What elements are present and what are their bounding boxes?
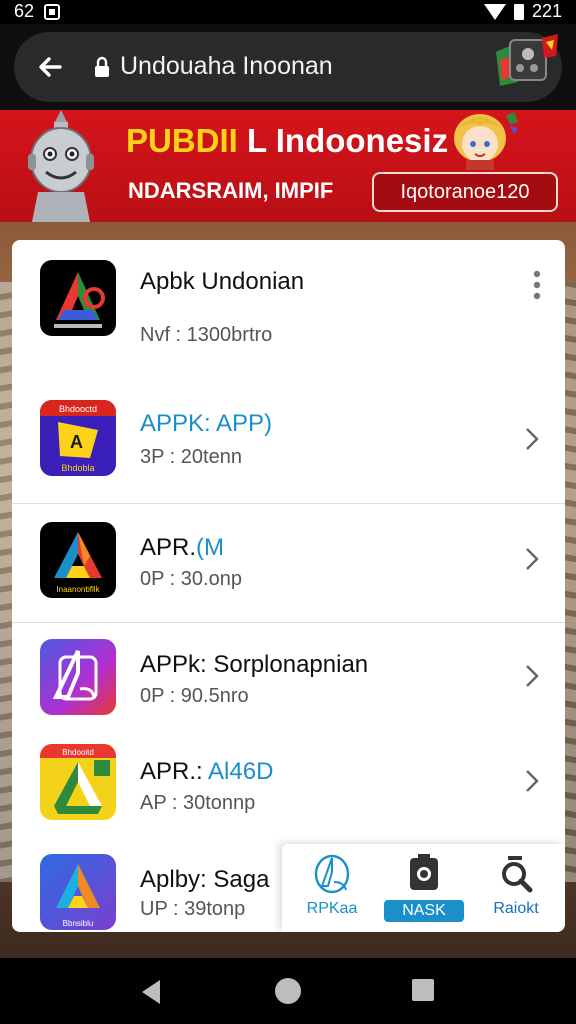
app-icon: Bhdooctd A Bhdobla <box>40 400 116 476</box>
promo-banner[interactable]: PUBDII L Indoonesiz : NDARSRAIM, IMPIF I… <box>0 110 576 222</box>
list-item[interactable]: Bhdooitd APR.: Al46D AP : 30tonnp <box>12 730 565 838</box>
app-icon: Inaanonbfllk <box>40 522 116 598</box>
nav-home-icon[interactable] <box>275 978 301 1004</box>
system-nav-bar <box>0 958 576 1024</box>
more-options-icon[interactable] <box>533 270 541 300</box>
app-name: Apbk Undonian <box>140 268 305 295</box>
lock-icon <box>95 56 109 77</box>
camera-icon <box>410 854 438 890</box>
app-icon: Bhdooitd <box>40 744 116 820</box>
banner-subtitle: NDARSRAIM, IMPIF <box>128 178 334 203</box>
app-meta: 3P : 20tenn <box>140 446 242 468</box>
app-name-suffix: (M <box>196 534 224 561</box>
app-name: APPk: Sorplonapnian <box>140 651 369 678</box>
list-item[interactable]: Inaanonbfllk APR.(M 0P : 30.onp <box>12 503 565 622</box>
app-name-suffix: Al46D <box>208 758 274 785</box>
list-item[interactable]: Bhdooctd A Bhdobla APPK: APP) 3P : 20ten… <box>12 396 565 503</box>
action-label: NASK <box>384 900 464 922</box>
app-meta: 0P : 30.onp <box>140 568 242 590</box>
robot-mascot-icon <box>28 110 94 222</box>
apk-action-button[interactable]: RPKaa <box>292 852 372 928</box>
app-list-card: Apbk Undonian Nvf : 1300brtro Bhdooctd A… <box>12 240 565 932</box>
apk-logo-icon <box>314 854 350 894</box>
app-name: Aplby: Saga <box>140 866 270 893</box>
extension-icon[interactable] <box>492 30 562 90</box>
url-text[interactable]: Undouaha Inoonan <box>120 52 333 81</box>
app-badge-text: Bhdobla <box>61 463 94 473</box>
app-meta: 0P : 90.5nro <box>140 685 249 707</box>
address-bar[interactable]: Undouaha Inoonan <box>14 32 562 102</box>
wifi-icon <box>483 3 506 20</box>
app-icon <box>40 639 116 715</box>
app-icon: Bbnsiblu <box>40 854 116 930</box>
list-item[interactable]: Apbk Undonian Nvf : 1300brtro <box>12 240 565 396</box>
app-badge-text: Bhdooctd <box>59 404 97 414</box>
svg-text:A: A <box>70 432 83 452</box>
app-badge-text: Bbnsiblu <box>63 919 94 928</box>
app-meta: UP : 39tonp <box>140 898 246 920</box>
app-icon <box>40 260 116 336</box>
app-name: APR.: Al46D <box>140 758 274 785</box>
app-meta: AP : 30tonnp <box>140 792 256 814</box>
chevron-right-icon[interactable] <box>523 546 541 572</box>
promo-code-button[interactable]: Iqotoranoe120 <box>372 172 558 212</box>
app-name: APPK: APP) <box>140 410 273 437</box>
browser-toolbar: Undouaha Inoonan <box>0 24 576 110</box>
status-bar: 62 221 <box>0 0 576 24</box>
search-icon <box>502 856 533 893</box>
list-item[interactable]: APPk: Sorplonapnian 0P : 90.5nro <box>12 622 565 730</box>
back-arrow-icon[interactable] <box>34 51 66 83</box>
chevron-right-icon[interactable] <box>523 768 541 794</box>
status-time-right: 221 <box>531 1 562 21</box>
banner-title-text: L Indoonesiz : <box>237 122 469 159</box>
nav-back-icon[interactable] <box>140 979 162 1005</box>
status-time-left: 62 <box>14 1 35 21</box>
nav-recents-icon[interactable] <box>412 979 434 1001</box>
cartoon-character-icon <box>454 112 518 170</box>
search-action-button[interactable]: Raiokt <box>476 852 556 928</box>
nask-action-button[interactable]: NASK <box>384 852 464 928</box>
quick-actions-panel: RPKaa NASK Raiokt <box>282 844 565 932</box>
banner-title-highlight: PUBDII <box>126 122 238 159</box>
app-badge-text: Bhdooitd <box>62 748 94 757</box>
notification-icon <box>44 3 61 20</box>
app-meta: Nvf : 1300brtro <box>140 324 273 346</box>
app-badge-text: Inaanonbfllk <box>56 585 100 594</box>
action-label: RPKaa <box>306 900 358 917</box>
battery-icon <box>513 3 524 20</box>
action-label: Raiokt <box>493 900 539 917</box>
app-name: APR.(M <box>140 534 224 561</box>
chevron-right-icon[interactable] <box>523 663 541 689</box>
chevron-right-icon[interactable] <box>523 426 541 452</box>
banner-title: PUBDII L Indoonesiz : <box>126 122 468 160</box>
